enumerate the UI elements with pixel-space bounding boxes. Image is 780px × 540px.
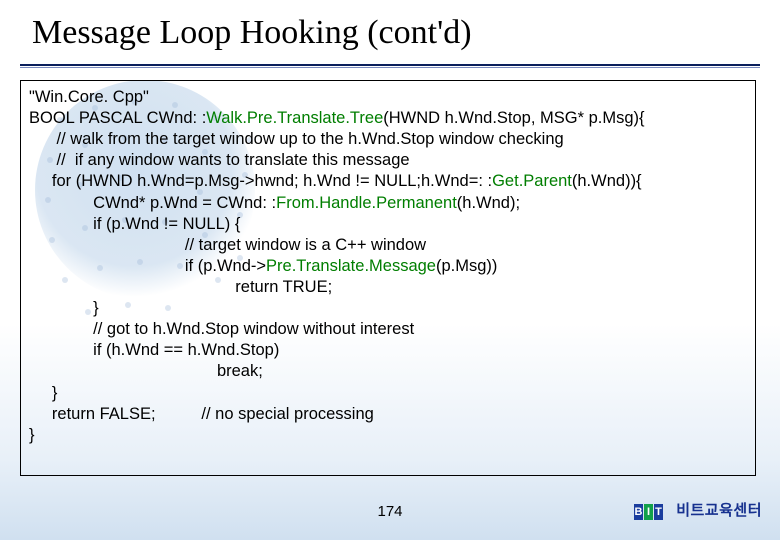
code-func: From.Handle.Permanent [276,194,457,212]
code-line: } [29,426,35,444]
code-line: // if any window wants to translate this… [29,151,410,169]
logo-letter-b: B [634,504,643,520]
footer-logo: B I T [634,504,664,520]
code-func: Get.Parent [492,172,572,190]
code-line: } [29,299,99,317]
code-func: Walk.Pre.Translate.Tree [206,109,383,127]
code-box: "Win.Core. Cpp" BOOL PASCAL CWnd: :Walk.… [20,80,756,476]
logo-letter-t: T [654,504,663,520]
footer-label: 비트교육센터 [676,499,762,520]
slide-title: Message Loop Hooking (cont'd) [32,14,472,52]
logo-letter-i: I [644,504,653,520]
code-line: "Win.Core. Cpp" [29,88,149,106]
code-line: } [29,384,57,402]
code-line: // walk from the target window up to the… [29,130,564,148]
slide: Message Loop Hooking (cont'd) "Win.Core.… [0,0,780,540]
code-line: BOOL PASCAL CWnd: :Walk.Pre.Translate.Tr… [29,109,645,127]
code-func: Pre.Translate.Message [266,257,436,275]
code-line: // target window is a C++ window [29,236,426,254]
code-line: for (HWND h.Wnd=p.Msg->hwnd; h.Wnd != NU… [29,172,642,190]
code-line: return FALSE; // no special processing [29,405,374,423]
code-line: if (h.Wnd == h.Wnd.Stop) [29,341,279,359]
code-block: "Win.Core. Cpp" BOOL PASCAL CWnd: :Walk.… [29,87,747,446]
code-line: break; [29,362,263,380]
code-line: if (p.Wnd->Pre.Translate.Message(p.Msg)) [29,257,497,275]
code-line: return TRUE; [29,278,332,296]
title-underline [20,64,760,66]
code-line: if (p.Wnd != NULL) { [29,215,240,233]
code-line: CWnd* p.Wnd = CWnd: :From.Handle.Permane… [29,194,520,212]
code-line: // got to h.Wnd.Stop window without inte… [29,320,414,338]
